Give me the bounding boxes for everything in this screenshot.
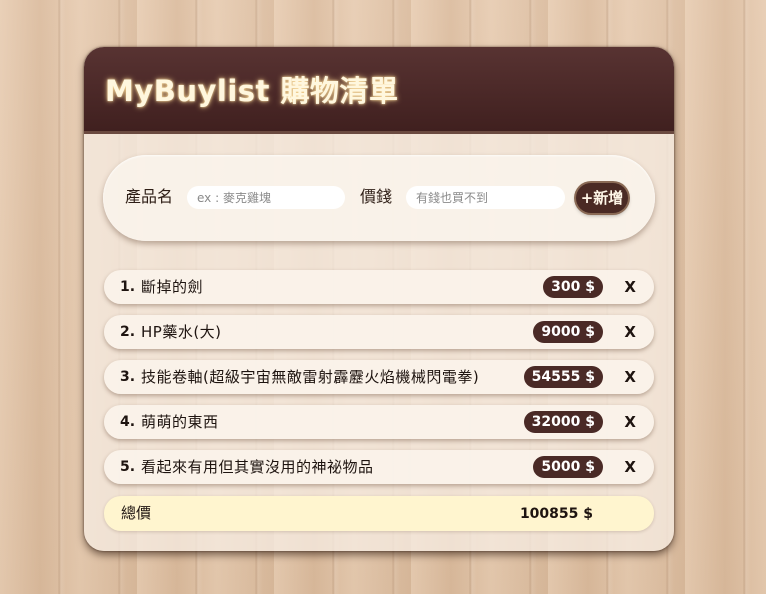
item-name: HP藥水(大) xyxy=(141,323,222,341)
product-name-input[interactable] xyxy=(187,186,345,209)
product-name-label: 產品名 xyxy=(125,187,174,206)
item-index: 3. xyxy=(120,369,136,385)
item-name: 斷掉的劍 xyxy=(141,278,204,296)
add-item-form: 產品名 價錢 +新增 xyxy=(103,155,655,241)
item-price-badge: 32000 $ xyxy=(523,411,603,433)
delete-item-button[interactable]: X xyxy=(624,368,636,386)
delete-item-button[interactable]: X xyxy=(624,278,636,296)
total-label: 總價 xyxy=(121,504,152,522)
page-background: { "header": { "title": "MyBuylist 購物清單" … xyxy=(0,0,766,594)
total-row: 總價 100855 $ xyxy=(104,496,654,531)
price-input[interactable] xyxy=(406,186,565,209)
delete-item-button[interactable]: X xyxy=(624,323,636,341)
item-price-badge: 54555 $ xyxy=(523,366,603,388)
delete-item-button[interactable]: X xyxy=(624,413,636,431)
item-name: 萌萌的東西 xyxy=(141,413,219,431)
item-name: 看起來有用但其實沒用的神祕物品 xyxy=(141,458,374,476)
item-index: 2. xyxy=(120,324,136,340)
list-item: 2. HP藥水(大) 9000 $ X xyxy=(104,315,654,349)
buylist-card: MyBuylist 購物清單 產品名 價錢 +新增 1. 斷掉的劍 300 $ … xyxy=(84,47,674,551)
price-label: 價錢 xyxy=(360,187,393,206)
item-index: 1. xyxy=(120,279,136,295)
list-item: 4. 萌萌的東西 32000 $ X xyxy=(104,405,654,439)
item-index: 5. xyxy=(120,459,136,475)
list-item: 3. 技能卷軸(超級宇宙無敵雷射霹靂火焰機械閃電拳) 54555 $ X xyxy=(104,360,654,394)
list-item: 1. 斷掉的劍 300 $ X xyxy=(104,270,654,304)
total-value: 100855 $ xyxy=(519,506,593,522)
item-index: 4. xyxy=(120,414,136,430)
list-item: 5. 看起來有用但其實沒用的神祕物品 5000 $ X xyxy=(104,450,654,484)
page-title: MyBuylist 購物清單 xyxy=(105,74,399,108)
item-price-badge: 300 $ xyxy=(543,276,603,298)
delete-item-button[interactable]: X xyxy=(624,458,636,476)
item-price-badge: 5000 $ xyxy=(533,456,603,478)
add-item-button[interactable]: +新增 xyxy=(576,183,628,213)
item-name: 技能卷軸(超級宇宙無敵雷射霹靂火焰機械閃電拳) xyxy=(141,368,480,386)
item-price-badge: 9000 $ xyxy=(533,321,603,343)
card-header: MyBuylist 購物清單 xyxy=(84,47,674,134)
